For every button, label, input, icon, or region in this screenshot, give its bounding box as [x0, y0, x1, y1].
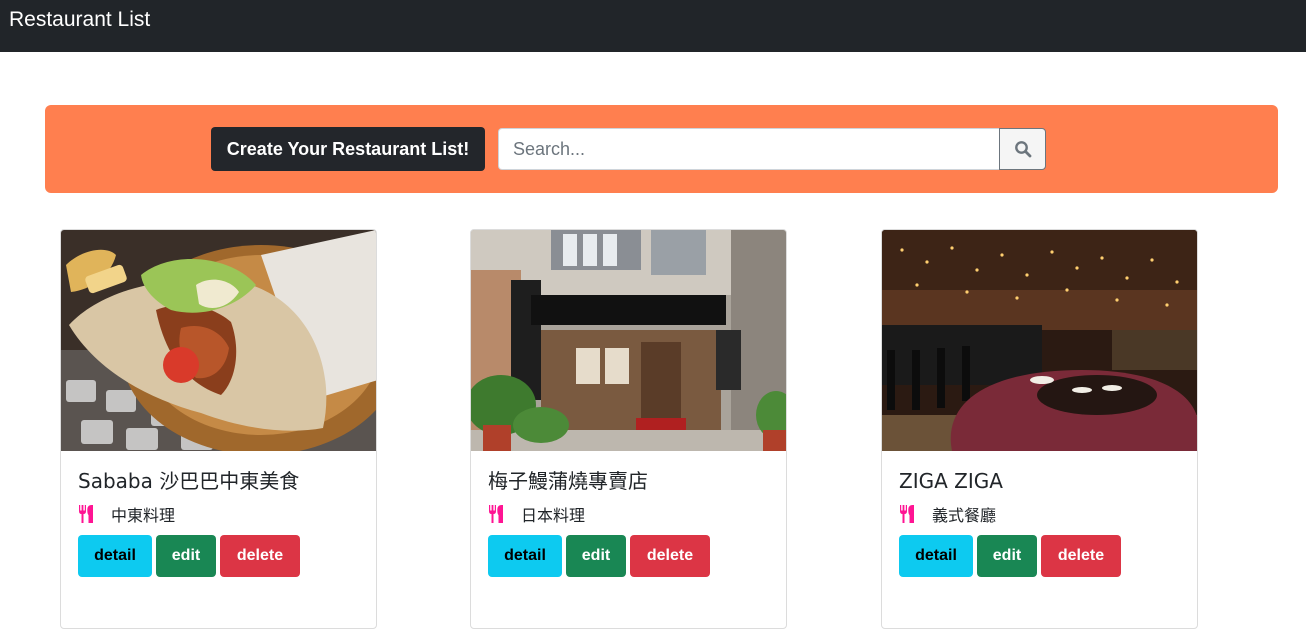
restaurant-name: Sababa 沙巴巴中東美食 [78, 469, 300, 493]
navbar: Restaurant List [0, 0, 1306, 52]
category-row: 日本料理 [488, 503, 585, 525]
search-button[interactable] [999, 128, 1046, 170]
restaurant-photo[interactable] [882, 230, 1197, 451]
restaurant-category: 義式餐廳 [932, 506, 997, 525]
category-row: 中東料理 [78, 503, 175, 525]
detail-button[interactable]: detail [488, 535, 562, 577]
navbar-brand[interactable]: Restaurant List [9, 6, 150, 34]
delete-button[interactable]: delete [1041, 535, 1121, 577]
search-input[interactable] [498, 128, 999, 170]
delete-button[interactable]: delete [630, 535, 710, 577]
restaurant-category: 日本料理 [521, 506, 586, 525]
edit-button[interactable]: edit [977, 535, 1037, 577]
restaurant-card: 梅子鰻蒲燒專賣店 日本料理 detail edit delete [470, 229, 787, 629]
restaurant-card: ZIGA ZIGA 義式餐廳 detail edit delete [881, 229, 1198, 629]
detail-button[interactable]: detail [899, 535, 973, 577]
utensils-icon [899, 504, 915, 524]
restaurant-photo[interactable] [471, 230, 786, 451]
restaurant-category: 中東料理 [111, 506, 176, 525]
utensils-icon [488, 504, 504, 524]
edit-button[interactable]: edit [566, 535, 626, 577]
create-restaurant-list-button[interactable]: Create Your Restaurant List! [211, 127, 485, 171]
restaurant-photo[interactable] [61, 230, 376, 451]
search-banner: Create Your Restaurant List! [45, 105, 1278, 193]
search-icon [1014, 140, 1032, 158]
restaurant-name: ZIGA ZIGA [899, 469, 1003, 493]
restaurant-card: Sababa 沙巴巴中東美食 中東料理 detail edit delete [60, 229, 377, 629]
detail-button[interactable]: detail [78, 535, 152, 577]
delete-button[interactable]: delete [220, 535, 300, 577]
restaurant-name: 梅子鰻蒲燒專賣店 [488, 469, 648, 493]
category-row: 義式餐廳 [899, 503, 996, 525]
utensils-icon [78, 504, 94, 524]
edit-button[interactable]: edit [156, 535, 216, 577]
